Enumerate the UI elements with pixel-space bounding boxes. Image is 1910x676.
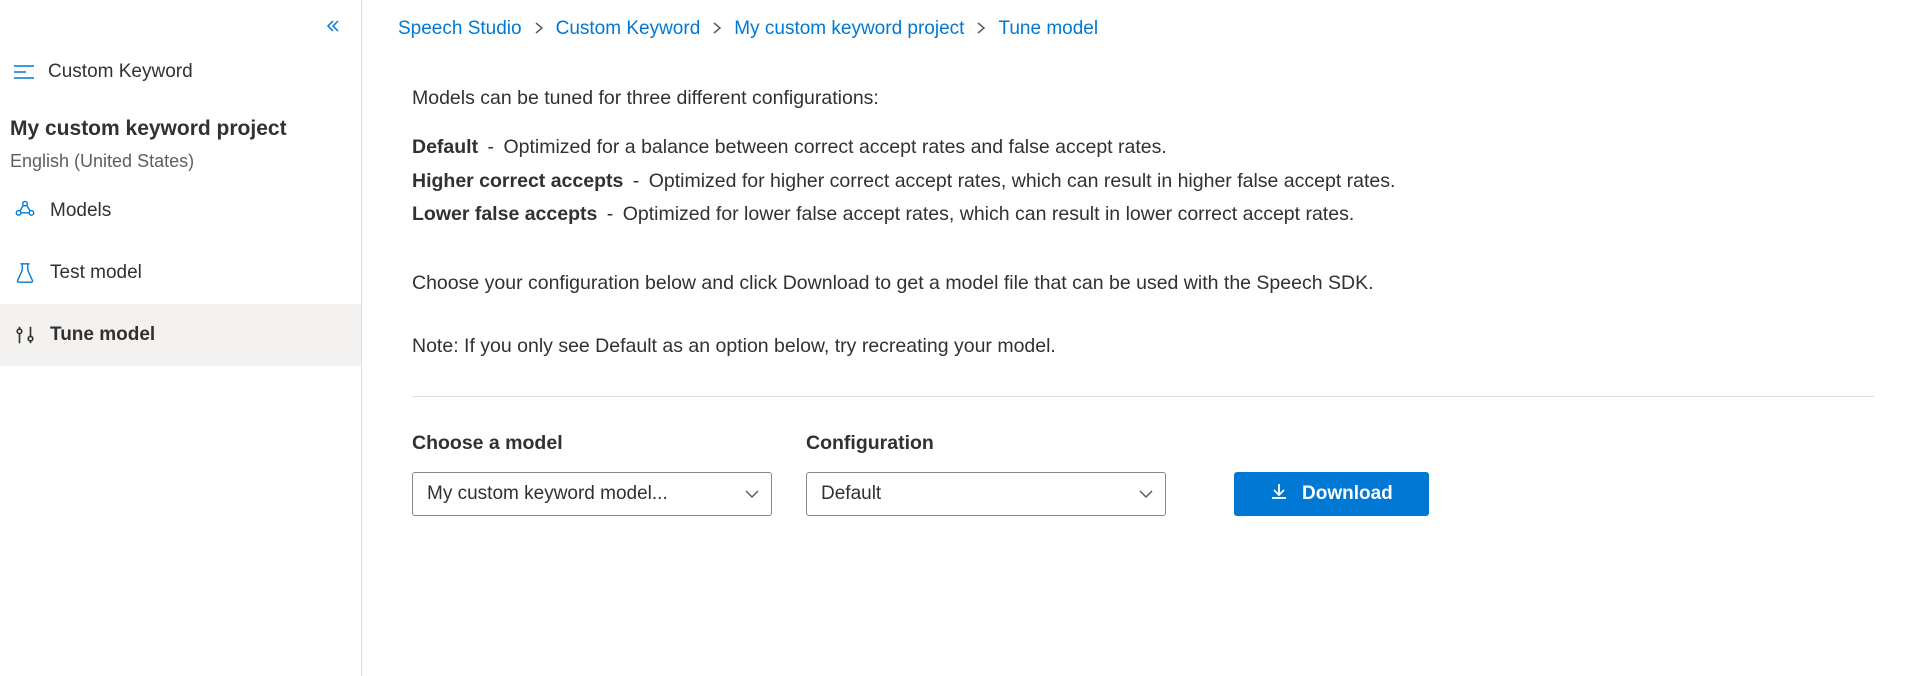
config-description: Optimized for a balance between correct … — [503, 136, 1166, 158]
divider — [412, 396, 1874, 397]
chevron-down-icon — [745, 480, 759, 509]
model-select-group: Choose a model My custom keyword model..… — [412, 429, 772, 516]
models-icon — [14, 200, 36, 222]
config-item-higher: Higher correct accepts - Optimized for h… — [412, 167, 1874, 196]
sidebar-header[interactable]: Custom Keyword — [0, 49, 361, 103]
config-select-value: Default — [821, 480, 881, 509]
config-item-lower: Lower false accepts - Optimized for lowe… — [412, 200, 1874, 229]
sidebar-item-test-model[interactable]: Test model — [0, 242, 361, 304]
config-label: Default — [412, 136, 478, 158]
main-content: Speech Studio Custom Keyword My custom k… — [362, 0, 1910, 676]
project-title: My custom keyword project — [10, 117, 351, 141]
sidebar-header-label: Custom Keyword — [48, 61, 193, 83]
project-locale: English (United States) — [10, 151, 351, 172]
intro-text: Models can be tuned for three different … — [412, 84, 1874, 113]
chevron-right-icon — [976, 21, 986, 38]
sidebar-item-label: Tune model — [50, 324, 155, 346]
model-select-value: My custom keyword model... — [427, 480, 668, 509]
chevron-down-icon — [1139, 480, 1153, 509]
config-description: Optimized for higher correct accept rate… — [649, 170, 1396, 192]
chevron-right-icon — [712, 21, 722, 38]
sidebar-item-label: Test model — [50, 262, 142, 284]
sidebar-item-models[interactable]: Models — [0, 180, 361, 242]
config-description: Optimized for lower false accept rates, … — [623, 203, 1355, 225]
model-select[interactable]: My custom keyword model... — [412, 472, 772, 516]
content-body: Models can be tuned for three different … — [398, 84, 1874, 516]
config-select-label: Configuration — [806, 429, 1166, 458]
model-select-label: Choose a model — [412, 429, 772, 458]
breadcrumb: Speech Studio Custom Keyword My custom k… — [398, 18, 1874, 40]
breadcrumb-link-project[interactable]: My custom keyword project — [734, 18, 964, 40]
instruction-text: Choose your configuration below and clic… — [412, 269, 1874, 298]
flask-icon — [14, 262, 36, 284]
config-select-group: Configuration Default — [806, 429, 1166, 516]
config-label: Lower false accepts — [412, 203, 597, 225]
tune-icon — [14, 324, 36, 346]
config-item-default: Default - Optimized for a balance betwee… — [412, 133, 1874, 162]
breadcrumb-link-custom-keyword[interactable]: Custom Keyword — [556, 18, 701, 40]
breadcrumb-link-speech-studio[interactable]: Speech Studio — [398, 18, 522, 40]
note-text: Note: If you only see Default as an opti… — [412, 332, 1874, 361]
config-select[interactable]: Default — [806, 472, 1166, 516]
breadcrumb-link-tune-model[interactable]: Tune model — [998, 18, 1098, 40]
download-button-label: Download — [1302, 483, 1393, 505]
dash: - — [597, 203, 622, 225]
download-icon — [1270, 482, 1288, 506]
sidebar-item-label: Models — [50, 200, 111, 222]
config-label: Higher correct accepts — [412, 170, 623, 192]
project-info: My custom keyword project English (Unite… — [0, 103, 361, 180]
form-row: Choose a model My custom keyword model..… — [412, 429, 1874, 516]
chevron-double-left-icon — [325, 18, 341, 39]
menu-icon — [14, 65, 34, 79]
config-list: Default - Optimized for a balance betwee… — [412, 133, 1874, 229]
sidebar-item-tune-model[interactable]: Tune model — [0, 304, 361, 366]
download-button[interactable]: Download — [1234, 472, 1429, 516]
collapse-sidebar-button[interactable] — [0, 10, 361, 49]
dash: - — [623, 170, 648, 192]
chevron-right-icon — [534, 21, 544, 38]
sidebar: Custom Keyword My custom keyword project… — [0, 0, 362, 676]
dash: - — [478, 136, 503, 158]
